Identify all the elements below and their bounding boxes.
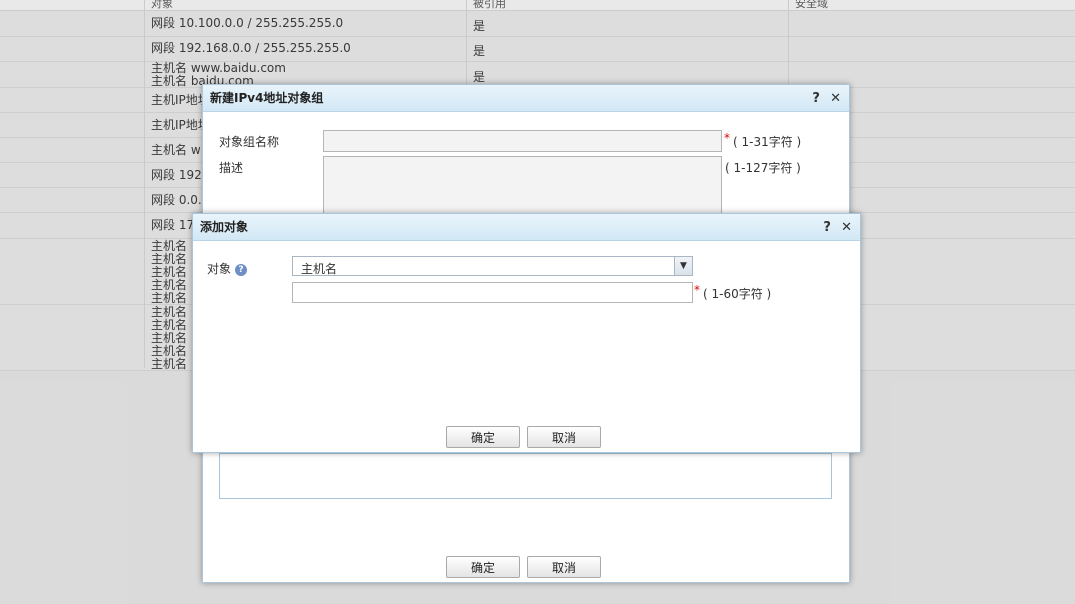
help-icon[interactable]: ?	[812, 86, 820, 112]
description-hint: ( 1-127字符 )	[725, 161, 801, 175]
group-name-label: 对象组名称	[219, 135, 280, 149]
chevron-down-icon[interactable]: ▼	[674, 257, 692, 275]
member-list-box[interactable]	[219, 453, 832, 499]
dialog-title-bar: 新建IPv4地址对象组 ? ✕	[203, 85, 849, 112]
description-textarea[interactable]	[323, 156, 722, 216]
description-label: 描述	[219, 161, 244, 175]
dialog-title: 新建IPv4地址对象组	[210, 91, 324, 105]
ok-button[interactable]: 确定	[446, 426, 520, 448]
dialog-title-bar: 添加对象 ? ✕	[193, 214, 860, 241]
help-icon[interactable]: ?	[235, 264, 248, 276]
group-name-input[interactable]	[323, 130, 722, 152]
object-type-value: 主机名	[301, 262, 338, 276]
hostname-input[interactable]	[292, 282, 693, 303]
cancel-button[interactable]: 取消	[527, 556, 601, 578]
required-marker: *	[724, 131, 730, 145]
ok-button[interactable]: 确定	[446, 556, 520, 578]
close-icon[interactable]: ✕	[830, 86, 841, 112]
dialog-title: 添加对象	[200, 220, 249, 234]
close-icon[interactable]: ✕	[841, 215, 852, 241]
object-type-select[interactable]: 主机名 ▼	[292, 256, 693, 276]
help-icon[interactable]: ?	[823, 215, 831, 241]
hostname-hint: ( 1-60字符 )	[703, 287, 772, 301]
required-marker: *	[694, 283, 700, 297]
cancel-button[interactable]: 取消	[527, 426, 601, 448]
object-label: 对象?	[207, 260, 248, 277]
group-name-hint: ( 1-31字符 )	[733, 135, 802, 149]
add-object-dialog: 添加对象 ? ✕ 对象? 主机名 ▼ * ( 1-60字符 ) 确定 取消	[192, 213, 861, 453]
